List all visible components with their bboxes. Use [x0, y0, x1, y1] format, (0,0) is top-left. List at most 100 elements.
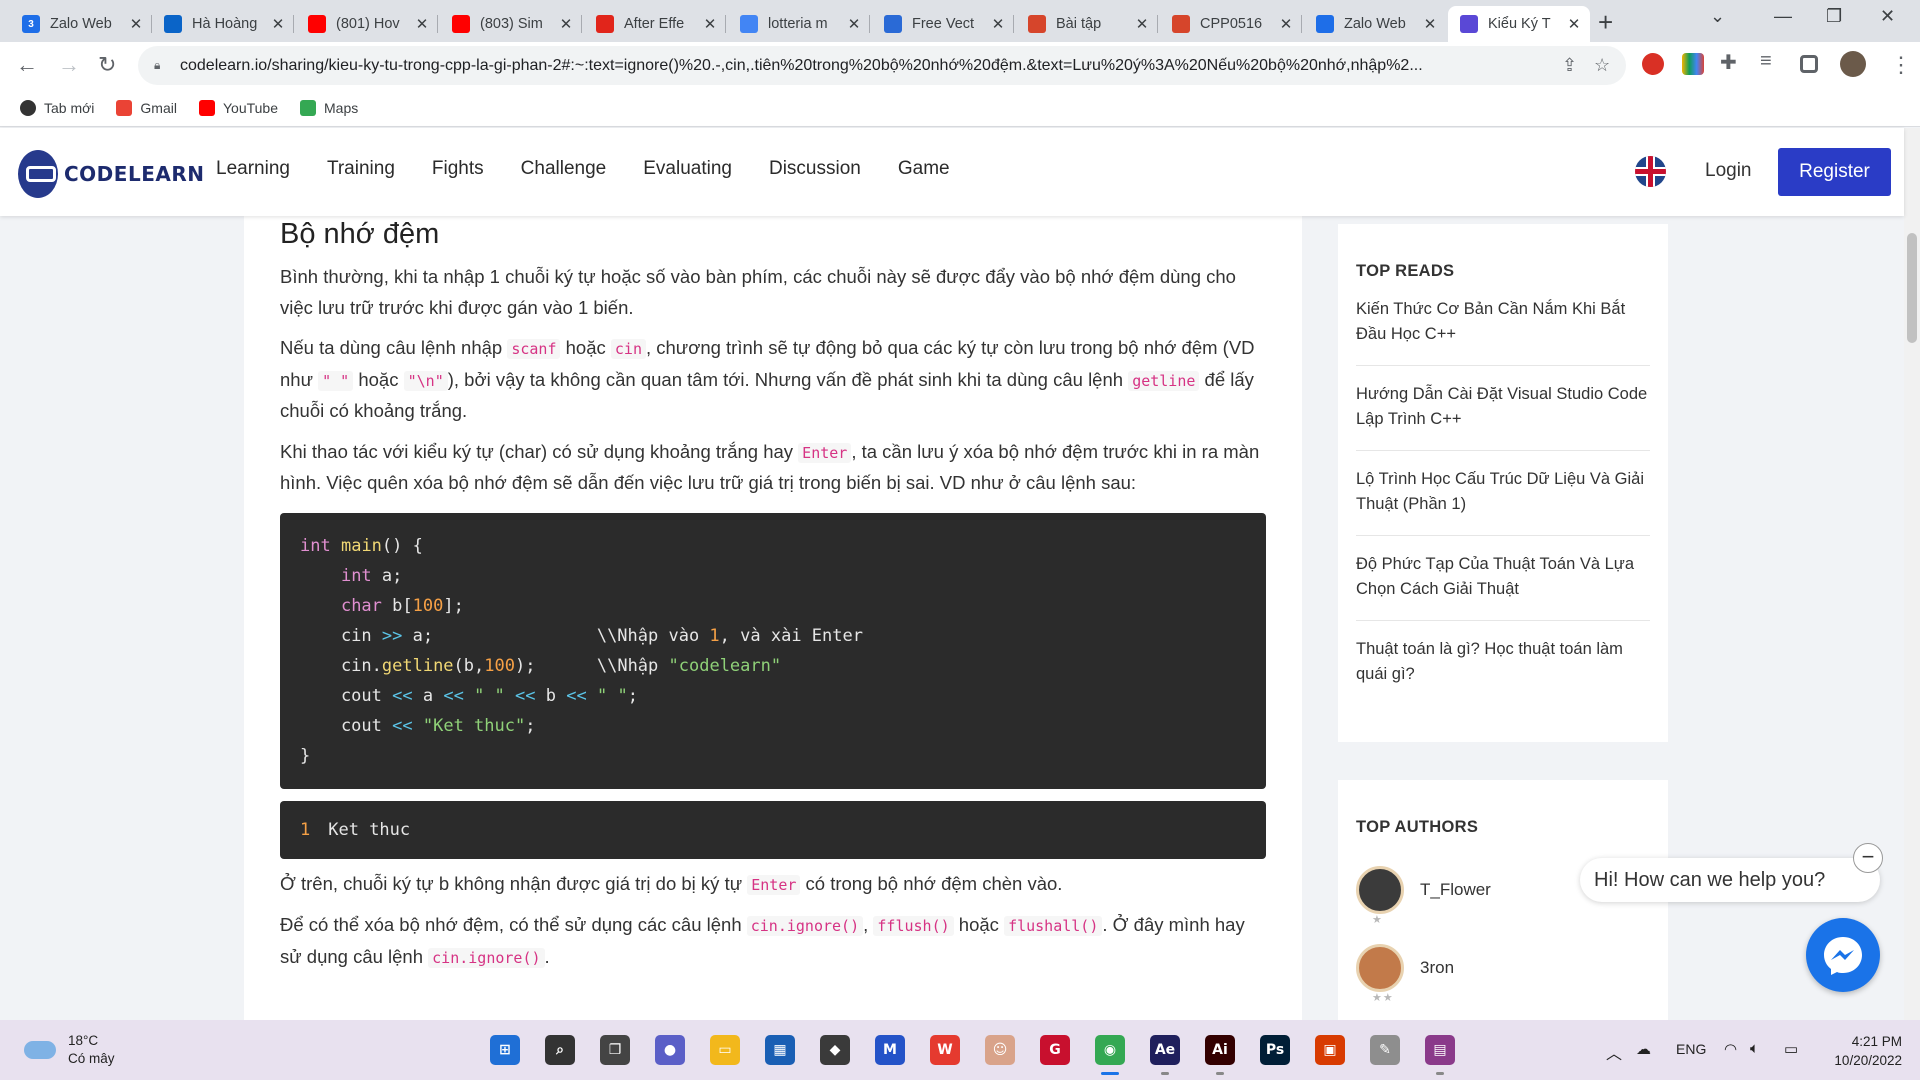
unity-icon[interactable]: ◆ — [820, 1035, 850, 1065]
browser-tab[interactable]: CPP0516 ✕ — [1160, 6, 1302, 42]
system-clock[interactable]: 4:21 PM 10/20/2022 — [1822, 1032, 1902, 1070]
bookmark-item[interactable]: Maps — [300, 99, 358, 116]
file-explorer-icon[interactable]: ▭ — [710, 1035, 740, 1065]
nav-challenge[interactable]: Challenge — [521, 158, 607, 180]
illustrator-icon[interactable]: Ai — [1205, 1035, 1235, 1065]
codelearn-logo[interactable]: CODELEARN — [18, 150, 204, 198]
profile-avatar[interactable] — [1840, 51, 1866, 77]
adblock-extension-icon[interactable] — [1642, 53, 1664, 75]
bookmark-item[interactable]: Gmail — [116, 99, 177, 116]
back-icon[interactable]: ← — [16, 52, 38, 78]
bookmark-star-icon[interactable]: ☆ — [1594, 55, 1610, 76]
tab-close-icon[interactable]: ✕ — [414, 15, 430, 33]
author-name[interactable]: 3ron — [1420, 958, 1454, 978]
winrar-icon[interactable]: ▤ — [1425, 1035, 1455, 1065]
chrome-menu-icon[interactable]: ⋮ — [1890, 52, 1912, 78]
tab-close-icon[interactable]: ✕ — [128, 15, 144, 33]
top-read-link[interactable]: Kiến Thức Cơ Bản Cần Nắm Khi Bắt Đầu Học… — [1356, 281, 1650, 366]
browser-tab[interactable]: (801) Hov ✕ — [296, 6, 438, 42]
tab-close-icon[interactable]: ✕ — [270, 15, 286, 33]
browser-tab[interactable]: (803) Sim ✕ — [440, 6, 582, 42]
tray-chevron-icon[interactable]: ︿ — [1606, 1040, 1622, 1064]
tab-close-icon[interactable]: ✕ — [1566, 15, 1582, 33]
tab-close-icon[interactable]: ✕ — [1134, 15, 1150, 33]
lock-icon[interactable]: 🔒︎ — [154, 58, 168, 73]
nav-game[interactable]: Game — [898, 158, 950, 180]
scrollbar-thumb[interactable] — [1907, 233, 1917, 343]
chrome-icon[interactable]: ◉ — [1095, 1035, 1125, 1065]
top-read-link[interactable]: Độ Phức Tạp Của Thuật Toán Và Lựa Chọn C… — [1356, 536, 1650, 621]
paint-icon[interactable]: ✎ — [1370, 1035, 1400, 1065]
bookmark-item[interactable]: YouTube — [198, 99, 278, 116]
chat-greeting-bubble[interactable]: Hi! How can we help you? — [1580, 858, 1880, 902]
teams-chat-icon[interactable]: ● — [655, 1035, 685, 1065]
tab-search-icon[interactable]: ⌄ — [1710, 6, 1725, 27]
browser-tab[interactable]: Kiểu Ký T ✕ — [1448, 6, 1590, 42]
output-block[interactable]: 1 Ket thuc — [280, 800, 1266, 859]
photoshop-icon[interactable]: Ps — [1260, 1035, 1290, 1065]
top-read-link[interactable]: Hướng Dẫn Cài Đặt Visual Studio Code Lập… — [1356, 366, 1650, 451]
battery-icon[interactable]: ▭ — [1784, 1040, 1798, 1058]
task-view-icon[interactable]: ❐ — [600, 1035, 630, 1065]
anime-app-icon[interactable]: ☺ — [985, 1035, 1015, 1065]
new-tab-button[interactable]: + — [1598, 8, 1613, 36]
minimize-button[interactable]: — — [1774, 6, 1792, 27]
after-effects-icon[interactable]: Ae — [1150, 1035, 1180, 1065]
browser-tab[interactable]: lotteria m ✕ — [728, 6, 870, 42]
url-text[interactable]: codelearn.io/sharing/kieu-ky-tu-trong-cp… — [180, 57, 1550, 75]
garena-icon[interactable]: G — [1040, 1035, 1070, 1065]
browser-tab[interactable]: 3 Zalo Web ✕ — [10, 6, 152, 42]
wps-icon[interactable]: W — [930, 1035, 960, 1065]
side-panel-icon[interactable] — [1800, 55, 1818, 73]
wifi-icon[interactable]: ◠ — [1724, 1040, 1737, 1058]
microsoft-store-icon[interactable]: ▦ — [765, 1035, 795, 1065]
search-icon[interactable]: ⌕ — [545, 1035, 575, 1065]
reload-icon[interactable]: ↻ — [98, 52, 116, 78]
top-read-link[interactable]: Thuật toán là gì? Học thuật toán làm quá… — [1356, 621, 1650, 705]
register-button[interactable]: Register — [1778, 148, 1891, 196]
address-bar[interactable]: 🔒︎ codelearn.io/sharing/kieu-ky-tu-trong… — [138, 46, 1626, 85]
author-avatar[interactable] — [1356, 866, 1404, 914]
close-window-button[interactable]: ✕ — [1880, 6, 1895, 27]
browser-tab[interactable]: Bài tập ✕ — [1016, 6, 1158, 42]
language-flag-icon[interactable] — [1635, 156, 1666, 187]
weather-widget[interactable]: 18°C Có mây — [24, 1032, 115, 1068]
share-icon[interactable]: ⇪ — [1562, 55, 1577, 76]
browser-tab[interactable]: Hà Hoàng ✕ — [152, 6, 294, 42]
media-control-icon[interactable]: ≡ — [1760, 50, 1782, 72]
tab-close-icon[interactable]: ✕ — [1278, 15, 1294, 33]
browser-tab[interactable]: After Effe ✕ — [584, 6, 726, 42]
tab-close-icon[interactable]: ✕ — [558, 15, 574, 33]
vscode-icon[interactable]: M — [875, 1035, 905, 1065]
page-scrollbar[interactable] — [1904, 128, 1920, 1020]
office-icon[interactable]: ▣ — [1315, 1035, 1345, 1065]
nav-evaluating[interactable]: Evaluating — [643, 158, 732, 180]
volume-icon[interactable]: 🔈︎ — [1750, 1040, 1759, 1057]
nav-fights[interactable]: Fights — [432, 158, 484, 180]
nav-learning[interactable]: Learning — [216, 158, 290, 180]
author-item[interactable]: 3ron ★★ — [1356, 929, 1650, 1007]
login-link[interactable]: Login — [1705, 160, 1752, 182]
windows-start-icon[interactable]: ⊞ — [490, 1035, 520, 1065]
extensions-puzzle-icon[interactable]: ✚ — [1720, 50, 1742, 74]
tab-close-icon[interactable]: ✕ — [846, 15, 862, 33]
tab-close-icon[interactable]: ✕ — [702, 15, 718, 33]
forward-icon[interactable]: → — [58, 52, 80, 78]
top-read-link[interactable]: Lộ Trình Học Cấu Trúc Dữ Liệu Và Giải Th… — [1356, 451, 1650, 536]
browser-tab[interactable]: Zalo Web ✕ — [1304, 6, 1446, 42]
nav-training[interactable]: Training — [327, 158, 395, 180]
messenger-chat-button[interactable] — [1806, 918, 1880, 992]
author-avatar[interactable] — [1356, 944, 1404, 992]
restore-button[interactable]: ❐ — [1826, 6, 1842, 27]
bookmark-item[interactable]: Tab mới — [20, 99, 94, 116]
code-block[interactable]: int main() { int a; char b[100]; cin >> … — [280, 512, 1266, 789]
language-indicator[interactable]: ENG — [1676, 1041, 1706, 1057]
tab-close-icon[interactable]: ✕ — [990, 15, 1006, 33]
tab-close-icon[interactable]: ✕ — [1422, 15, 1438, 33]
chat-close-button[interactable]: − — [1853, 843, 1883, 873]
color-extension-icon[interactable] — [1682, 53, 1704, 75]
author-name[interactable]: T_Flower — [1420, 880, 1491, 900]
onedrive-tray-icon[interactable]: ☁ — [1636, 1040, 1651, 1058]
nav-discussion[interactable]: Discussion — [769, 158, 861, 180]
browser-tab[interactable]: Free Vect ✕ — [872, 6, 1014, 42]
